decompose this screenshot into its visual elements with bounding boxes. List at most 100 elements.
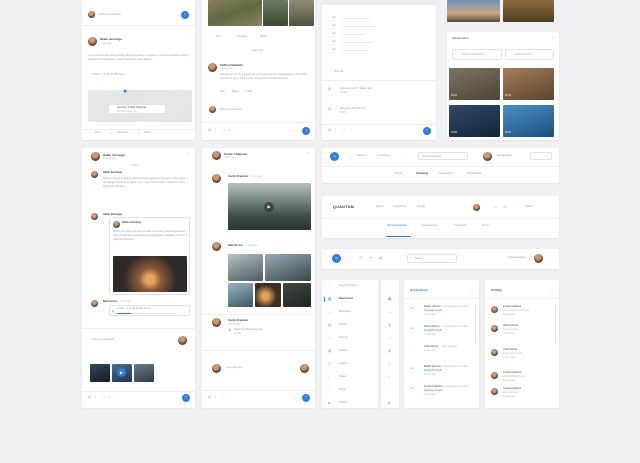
more-icon[interactable]: ⋯ [349, 128, 352, 132]
location-icon[interactable]: ⌖ [109, 395, 111, 399]
author-name[interactable]: Hallie Jennings [103, 171, 122, 175]
photo-icon[interactable]: ▣ [388, 323, 391, 327]
pages-icon[interactable]: ▯ [388, 375, 390, 379]
tab-notifications[interactable]: Notifications [467, 172, 481, 176]
photo-grid-3[interactable] [228, 283, 253, 307]
add-from-phone-button[interactable]: Add from My Phone [452, 49, 502, 60]
camera-icon[interactable]: ◉ [208, 395, 211, 399]
file-name[interactable]: Document.pdf: 3 Ready pdf [340, 87, 400, 91]
comment-reply[interactable]: Reply [232, 90, 239, 94]
sidebar-item-videos[interactable]: Videos [339, 401, 347, 405]
list-item[interactable]: Key [332, 16, 336, 20]
sidebar-item-news-feed[interactable]: News Feed [339, 297, 353, 301]
like-action[interactable]: Like [216, 35, 221, 39]
nav-link-community[interactable]: Community [393, 205, 406, 209]
send-button[interactable]: ↑ [302, 127, 310, 135]
tab-suggestions[interactable]: Suggestions [439, 172, 453, 176]
tab-following[interactable]: Following [416, 172, 428, 176]
play-icon[interactable]: ▶ [112, 309, 115, 313]
sidebar-item-pages[interactable]: Pages [339, 375, 346, 379]
reply-author[interactable]: Nate Brown [103, 300, 117, 304]
tab-activity[interactable]: Activity [394, 172, 402, 176]
list-item[interactable]: Key [332, 48, 336, 52]
sidebar-item-messages[interactable]: Messages [339, 310, 351, 314]
search-input[interactable]: Search [525, 205, 533, 209]
more-icon[interactable]: ⋯ [116, 395, 119, 399]
news-icon[interactable]: ▤ [388, 297, 391, 301]
photo-3[interactable] [289, 0, 314, 26]
close-icon[interactable]: × [307, 151, 309, 155]
message-icon[interactable]: ▭ [494, 205, 497, 209]
calendar-icon[interactable]: ▦ [388, 349, 391, 353]
chevron-down-icon[interactable]: ⌄ [545, 256, 548, 260]
photo-grid-2[interactable] [265, 254, 311, 281]
emoji-icon[interactable]: ☺ [222, 128, 225, 132]
send-button[interactable]: ↑ [302, 394, 310, 402]
friends-icon[interactable]: ☺ [388, 336, 391, 340]
close-icon[interactable]: × [471, 288, 473, 292]
camera-icon[interactable]: ◉ [208, 128, 211, 132]
share-icon[interactable]: ↗ [137, 131, 140, 135]
author-name[interactable]: Cecile Chapman [228, 175, 248, 179]
home-icon[interactable]: ⌂ [349, 256, 351, 260]
scrollbar[interactable] [475, 304, 476, 344]
search-input[interactable]: Search Anything [418, 152, 468, 160]
app-logo[interactable]: Q [330, 152, 339, 161]
music-icon[interactable]: ♪ [388, 388, 390, 392]
sidebar-item-photos[interactable]: Photos [339, 323, 347, 327]
like-action[interactable]: Like [95, 131, 100, 135]
star-icon[interactable]: ☆ [388, 284, 391, 288]
comment-input[interactable]: Add your comment [99, 13, 159, 17]
share-action[interactable]: Share [144, 131, 151, 135]
bell-icon[interactable]: ◔ [485, 205, 487, 209]
nav-link-feeds[interactable]: Feeds [376, 205, 383, 209]
grid-icon[interactable]: ▦ [379, 256, 382, 260]
location-icon[interactable]: ⌖ [229, 128, 231, 132]
file-name[interactable]: Reserved Ad Note.pdf [340, 107, 400, 111]
attach-icon[interactable]: ⌇ [335, 128, 337, 132]
post-author[interactable]: Hallie Jennings [100, 37, 122, 41]
tab-all-conversations[interactable]: All conversations [387, 224, 407, 228]
add-from-link-button[interactable]: Add from Link [505, 49, 554, 60]
camera-icon[interactable]: ◉ [88, 395, 91, 399]
message-input[interactable]: Type your text here [92, 338, 114, 342]
video-icon[interactable]: ▶ [388, 401, 391, 405]
comment-action[interactable]: Comment [236, 35, 247, 39]
message-icon[interactable]: ▭ [388, 310, 391, 314]
author-name[interactable]: Nate Brown [228, 244, 242, 248]
close-icon[interactable]: × [187, 152, 189, 156]
nav-link-people[interactable]: People [417, 205, 425, 209]
photo-sunset[interactable] [447, 0, 500, 22]
sidebar-item-events[interactable]: Events [339, 349, 347, 353]
photo-grid-1[interactable] [228, 254, 263, 281]
list-item[interactable]: Key [332, 32, 336, 36]
photo-2[interactable] [263, 0, 288, 26]
brand-logo[interactable]: QUANTUM [333, 205, 354, 209]
pencil-icon[interactable]: ✎ [388, 362, 391, 366]
camera-icon[interactable]: ◉ [328, 128, 331, 132]
search-input[interactable]: ⌕ Search [407, 254, 457, 263]
more-icon[interactable]: ⋯ [236, 128, 239, 132]
avatar[interactable] [483, 152, 492, 161]
search-icon[interactable]: ⌕ [519, 205, 521, 209]
like-icon[interactable]: ♡ [210, 35, 213, 39]
list-item[interactable]: Key [332, 24, 336, 28]
photo-grid-4[interactable] [255, 283, 281, 307]
send-button[interactable]: ↑ [181, 11, 189, 19]
load-more-link[interactable]: Load more [251, 49, 263, 53]
bell-icon[interactable]: ◔ [404, 154, 406, 158]
photo-horse[interactable] [503, 0, 554, 22]
message-input[interactable]: Type your text [226, 366, 242, 370]
user-name[interactable]: Alvina Roden [497, 154, 512, 158]
app-logo[interactable]: Q [332, 254, 341, 263]
emoji-icon[interactable]: ☺ [342, 128, 345, 132]
sidebar-item-music[interactable]: Music [339, 388, 346, 392]
sidebar-item-friends[interactable]: Friends [339, 336, 348, 340]
photo-main[interactable] [208, 0, 262, 26]
avatar[interactable] [534, 254, 543, 263]
nav-link-community[interactable]: Community [377, 154, 390, 158]
user-name[interactable]: Kyla Anastiana [508, 256, 525, 260]
bonfire-image[interactable] [113, 256, 187, 292]
nav-link-discover[interactable]: Discover [357, 154, 367, 158]
photo-grid-5[interactable] [283, 283, 311, 307]
